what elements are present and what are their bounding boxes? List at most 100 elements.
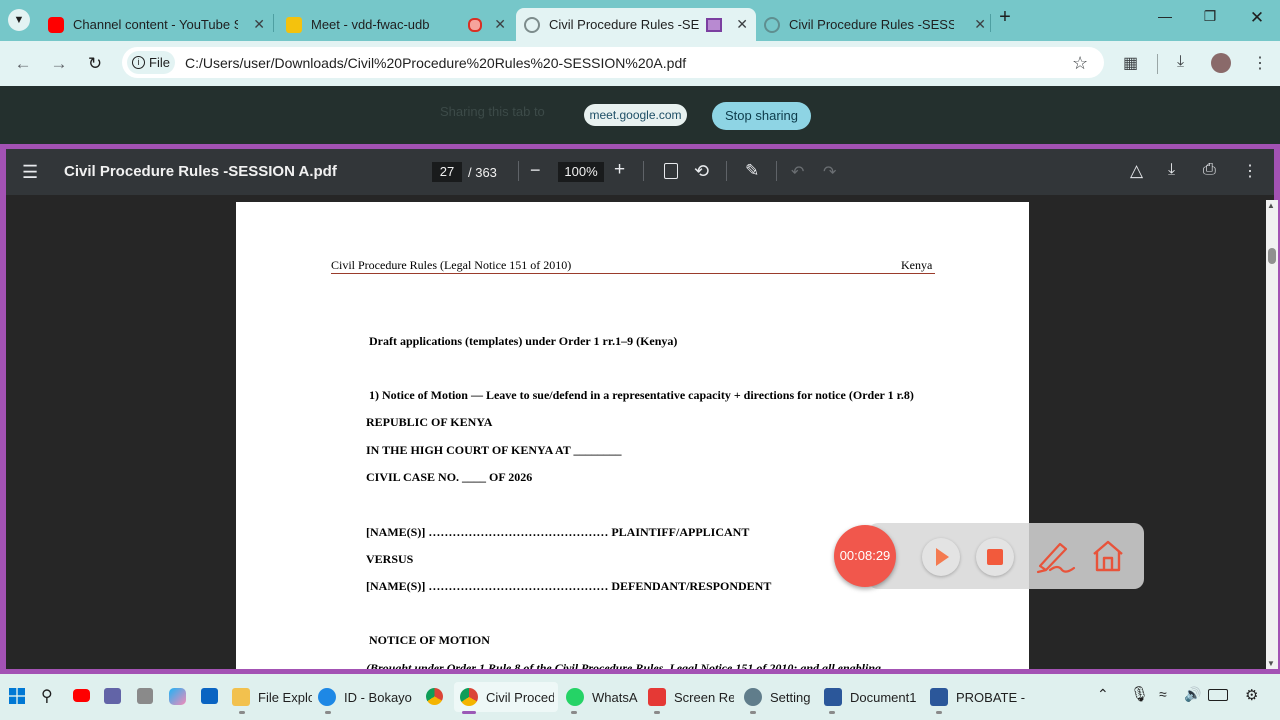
notice-heading: NOTICE OF MOTION [369, 633, 490, 647]
more-options-icon[interactable]: ⋮ [1242, 161, 1258, 181]
page-number-input[interactable]: 27 [432, 162, 462, 182]
stop-recording-button[interactable] [976, 538, 1014, 576]
windows-taskbar [0, 674, 1280, 720]
meet-icon [286, 16, 302, 33]
taskbar-edge[interactable]: ID - Bokayo [314, 682, 414, 712]
tab-title: Civil Procedure Rules -SESSION [549, 17, 699, 32]
annotate-icon[interactable]: ✎ [745, 161, 759, 181]
zoom-out-button[interactable]: − [530, 160, 541, 181]
close-window-button[interactable]: ✕ [1247, 8, 1267, 28]
close-icon[interactable]: ✕ [253, 16, 265, 33]
download-icon[interactable]: ⤓ [1177, 53, 1184, 71]
taskbar-chrome-active[interactable]: Civil Procedu [454, 682, 558, 712]
gear-icon [744, 688, 762, 706]
calendar-icon[interactable] [137, 688, 153, 704]
youtube-taskbar-icon[interactable] [73, 689, 90, 702]
case-line: CIVIL CASE NO. ____ OF 2026 [366, 470, 533, 484]
zoom-in-button[interactable]: + [614, 159, 625, 181]
fit-page-icon[interactable] [664, 163, 678, 179]
start-button[interactable] [9, 688, 25, 704]
app-label: Document1 [850, 689, 917, 705]
teams-icon[interactable] [104, 688, 121, 704]
rotate-icon[interactable]: ⟲ [694, 161, 709, 182]
download-icon[interactable]: ⤓ [1168, 161, 1175, 179]
print-icon[interactable]: ⎙ [1203, 161, 1216, 179]
chip-label: File [149, 55, 170, 70]
scroll-down-arrow[interactable]: ▼ [1267, 659, 1275, 668]
url-text[interactable]: C:/Users/user/Downloads/Civil%20Procedur… [185, 55, 686, 71]
chevron-up-icon[interactable]: ⌃ [1097, 686, 1109, 703]
site-info-chip[interactable]: i File [127, 51, 175, 74]
pdf-page: Civil Procedure Rules (Legal Notice 151 … [236, 202, 1029, 669]
tab-civil-procedure[interactable]: Civil Procedure Rules -SESSION ✕ [756, 8, 994, 41]
avatar[interactable] [1211, 53, 1231, 73]
republic-line: REPUBLIC OF KENYA [366, 415, 493, 429]
drive-save-icon[interactable]: △ [1130, 161, 1143, 181]
page-header-left: Civil Procedure Rules (Legal Notice 151 … [331, 258, 572, 272]
play-button[interactable] [922, 538, 960, 576]
minimize-button[interactable]: — [1155, 8, 1175, 24]
taskbar-whatsapp[interactable]: WhatsA [562, 682, 640, 712]
back-button[interactable]: ← [12, 53, 34, 75]
new-tab-button[interactable]: + [995, 6, 1015, 29]
edge-icon [318, 688, 336, 706]
tab-title: Meet - vdd-fwac-udb [311, 17, 430, 32]
app-label: Civil Procedu [486, 689, 554, 705]
screen-recorder-icon [648, 688, 666, 706]
globe-icon [764, 16, 780, 33]
bookmark-star-icon[interactable]: ☆ [1072, 53, 1088, 74]
undo-icon[interactable]: ↶ [791, 162, 804, 182]
menu-icon[interactable]: ☰ [22, 162, 38, 183]
scroll-up-arrow[interactable]: ▲ [1267, 201, 1275, 210]
extensions-icon[interactable]: ▦ [1123, 53, 1138, 73]
tab-youtube-studio[interactable]: Channel content - YouTube Stu ✕ [40, 8, 273, 41]
tab-civil-procedure-active[interactable]: Civil Procedure Rules -SESSION ✕ [516, 8, 756, 41]
stop-icon [987, 549, 1003, 565]
versus-line: VERSUS [366, 552, 414, 566]
play-icon [936, 548, 949, 566]
folder-icon [232, 688, 250, 706]
youtube-icon [48, 16, 64, 33]
taskbar-word-document1[interactable]: Document1 [820, 682, 922, 712]
search-icon[interactable]: ⚲ [41, 686, 53, 706]
taskbar-file-explorer[interactable]: File Explo [228, 682, 312, 712]
redo-icon[interactable]: ↷ [823, 162, 836, 182]
app-label: File Explo [258, 689, 312, 705]
tab-search-button[interactable]: ▼ [8, 9, 30, 31]
tab-title: Channel content - YouTube Stu [73, 17, 238, 32]
restore-button[interactable]: ❐ [1200, 8, 1220, 25]
info-icon: i [132, 56, 146, 69]
page-total: / 363 [468, 165, 497, 180]
taskbar-word-probate[interactable]: PROBATE - S [926, 682, 1028, 712]
word-icon [930, 688, 948, 706]
battery-icon[interactable] [1208, 689, 1228, 701]
close-icon[interactable]: ✕ [494, 16, 506, 33]
tab-meet[interactable]: Meet - vdd-fwac-udb ✕ [278, 8, 514, 41]
outlook-icon[interactable] [201, 688, 218, 704]
scrollbar-thumb[interactable] [1268, 248, 1276, 264]
home-icon[interactable] [1090, 538, 1126, 574]
taskbar-settings[interactable]: Setting [740, 682, 818, 712]
chrome-profile-icon [460, 688, 478, 706]
close-icon[interactable]: ✕ [736, 16, 748, 33]
more-menu-icon[interactable]: ⋮ [1252, 53, 1268, 73]
taskbar-screen-recorder[interactable]: Screen Rec [644, 682, 736, 712]
forward-button[interactable]: → [48, 53, 70, 75]
stop-sharing-button[interactable]: Stop sharing [712, 102, 811, 130]
scrollbar-track[interactable] [1266, 200, 1278, 669]
microphone-icon[interactable]: 🎙 [1130, 685, 1149, 703]
page-header-right: Kenya [901, 258, 933, 272]
pen-icon[interactable] [1036, 536, 1076, 576]
recording-timer[interactable]: 00:08:29 [834, 525, 896, 587]
tab-title: Civil Procedure Rules -SESSION [789, 17, 954, 32]
volume-icon[interactable]: 🔊 [1184, 686, 1201, 703]
share-info-text: Sharing this tab to [440, 104, 545, 119]
zoom-input[interactable]: 100% [558, 162, 604, 182]
close-icon[interactable]: ✕ [974, 16, 986, 33]
copilot-icon[interactable] [169, 688, 186, 705]
reload-button[interactable]: ↻ [84, 53, 106, 75]
wifi-icon[interactable]: ≈ [1159, 686, 1167, 702]
chrome-icon[interactable] [426, 688, 443, 705]
settings-tray-icon[interactable]: ⚙ [1245, 686, 1258, 704]
share-site-pill: meet.google.com [584, 104, 687, 126]
